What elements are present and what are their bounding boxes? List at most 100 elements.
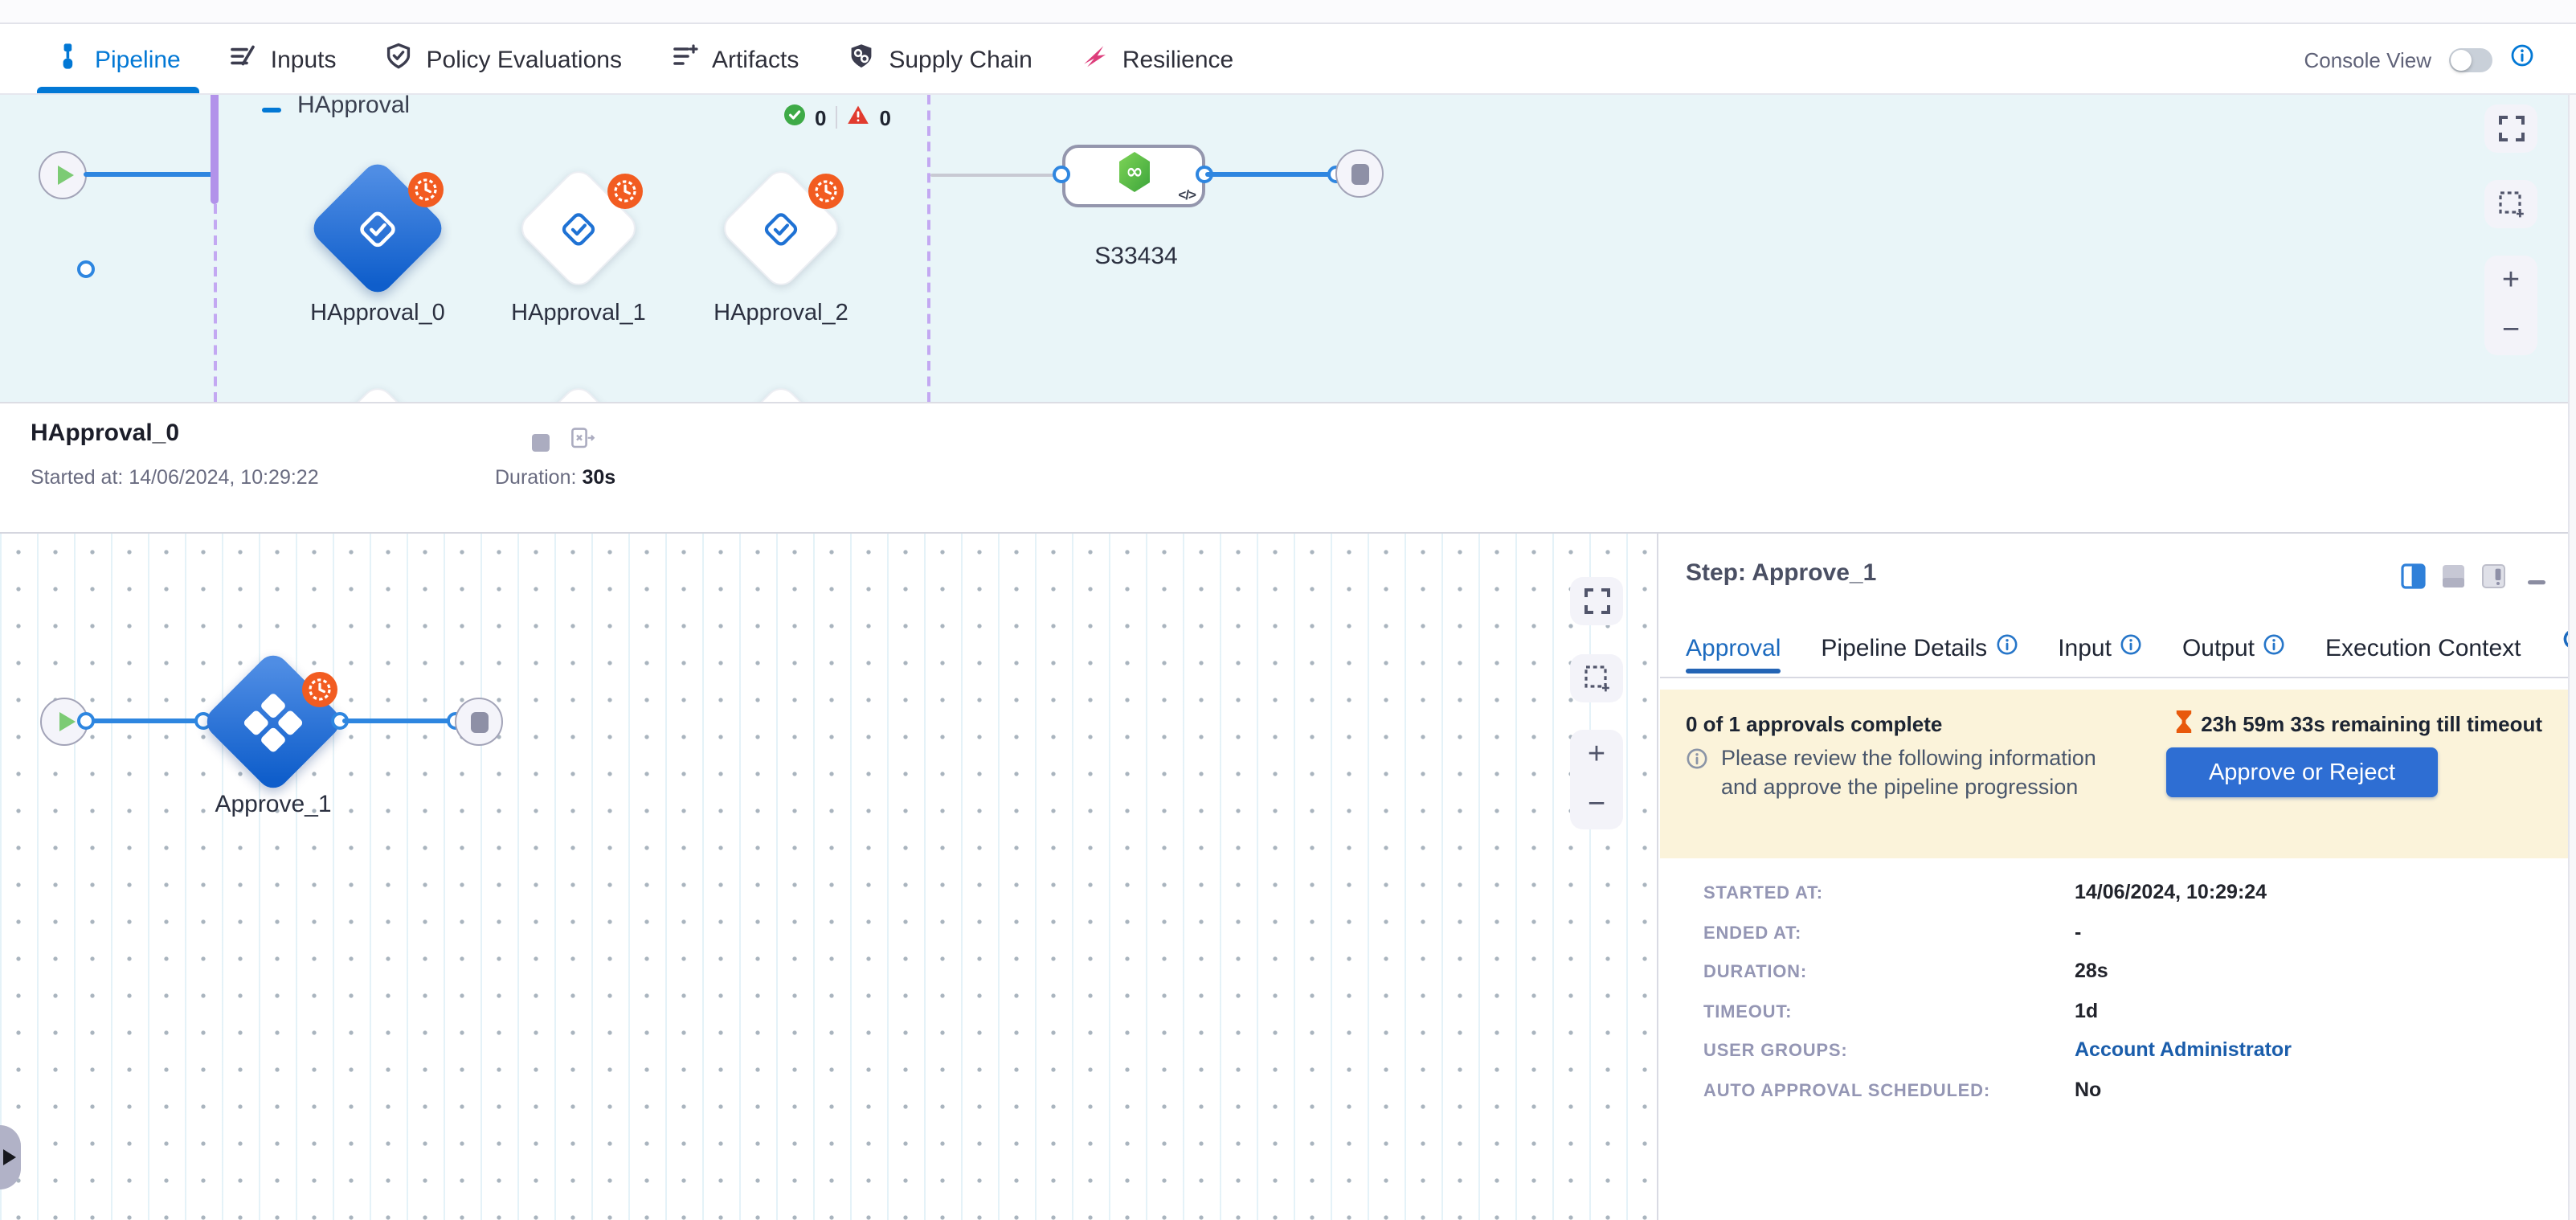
zoom-out-button[interactable]: − — [2484, 305, 2537, 355]
tab-execution-context[interactable]: Execution Context — [2325, 627, 2521, 669]
stop-icon — [1351, 163, 1368, 184]
selection-marquee-button[interactable] — [1570, 654, 1623, 702]
field-row: USER GROUPS:Account Administrator — [1703, 1038, 2552, 1061]
panel-view-controls — [2401, 563, 2547, 598]
play-icon — [59, 712, 75, 731]
tab-pipeline-details[interactable]: Pipeline Details — [1821, 627, 2018, 669]
vertical-scrollbar[interactable] — [2568, 95, 2576, 1220]
timeout-clock-badge — [607, 174, 643, 209]
tab-inputs[interactable]: Inputs — [229, 26, 337, 93]
caret-right-icon — [3, 1149, 16, 1165]
right-view-icon[interactable] — [2481, 563, 2507, 598]
fullscreen-button[interactable] — [1570, 577, 1623, 625]
nav-right-controls: Console View — [2304, 43, 2576, 76]
info-icon[interactable] — [2510, 43, 2534, 76]
refresh-button[interactable]: Re — [2562, 627, 2569, 657]
step-graph-canvas[interactable]: Approve_1 + − — [0, 534, 1658, 1220]
user-group-link[interactable]: Account Administrator — [2075, 1038, 2292, 1061]
pipeline-execution-page: Pipeline Inputs Policy Evaluations Artif… — [0, 0, 2576, 1220]
approval-step-icon — [356, 207, 399, 250]
list-plus-icon — [670, 42, 699, 77]
zoom-controls: + − — [2484, 256, 2537, 355]
svg-text:∞: ∞ — [1125, 160, 1143, 184]
step-node-clipped[interactable] — [314, 382, 441, 402]
console-view-toggle[interactable] — [2449, 47, 2492, 72]
edge-line-gray — [930, 174, 1062, 177]
fullscreen-button[interactable] — [2484, 104, 2537, 153]
tab-input[interactable]: Input — [2058, 627, 2142, 669]
execution-tab-bar: Pipeline Inputs Policy Evaluations Artif… — [0, 26, 2576, 95]
timeout-clock-badge — [408, 172, 444, 207]
tab-pipeline-label: Pipeline — [95, 46, 181, 73]
field-row: ENDED AT:- — [1703, 920, 2552, 943]
zoom-in-button[interactable]: + — [1570, 730, 1623, 780]
field-label: DURATION: — [1703, 963, 2075, 982]
collapse-minus-icon[interactable] — [262, 108, 281, 113]
step-node-label[interactable]: HApproval_2 — [677, 301, 885, 326]
connector-dot — [77, 712, 95, 730]
tab-output[interactable]: Output — [2182, 627, 2285, 669]
step-node-label[interactable]: HApproval_1 — [474, 301, 683, 326]
refresh-icon — [2562, 627, 2569, 657]
step-node-clipped[interactable] — [718, 382, 844, 402]
field-row: STARTED AT:14/06/2024, 10:29:24 — [1703, 881, 2552, 903]
field-value: 28s — [2075, 960, 2108, 982]
zoom-in-button[interactable]: + — [2484, 256, 2537, 305]
step-node-clipped[interactable] — [515, 382, 642, 402]
pipeline-start-node[interactable] — [39, 151, 87, 199]
field-row: DURATION:28s — [1703, 960, 2552, 982]
tab-supply-chain[interactable]: Supply Chain — [847, 26, 1032, 93]
stage-header: HApproval — [262, 101, 410, 119]
pipeline-graph-canvas[interactable]: HApproval 0 0 HApproval_0 HApproval_1 HA… — [0, 95, 2568, 402]
approvals-progress: 0 of 1 approvals complete — [1686, 712, 1942, 736]
minimize-icon[interactable] — [2528, 566, 2547, 595]
inputs-icon — [229, 42, 258, 77]
success-count: 0 — [815, 105, 826, 129]
field-value: 1d — [2075, 999, 2098, 1021]
panel-tabs: Approval Pipeline Details Input Output E… — [1686, 627, 2568, 678]
play-icon — [57, 166, 73, 185]
field-label: AUTO APPROVAL SCHEDULED: — [1703, 1081, 2075, 1100]
split-view-icon[interactable] — [2401, 563, 2427, 598]
approve-or-reject-button[interactable]: Approve or Reject — [2166, 747, 2438, 797]
summary-duration-value: 30s — [582, 466, 615, 489]
tab-policy-evaluations[interactable]: Policy Evaluations — [385, 26, 622, 93]
skip-icon — [570, 426, 596, 458]
edge-line — [1205, 172, 1337, 177]
stage-node-label[interactable]: S33434 — [1032, 243, 1241, 270]
stage-title[interactable]: HApproval — [297, 95, 410, 119]
info-icon — [2120, 633, 2142, 662]
info-icon — [2263, 633, 2285, 662]
stop-icon — [470, 711, 488, 732]
toggle-knob — [2451, 49, 2472, 70]
zoom-out-button[interactable]: − — [1570, 780, 1623, 829]
tabs-divider — [1660, 677, 2568, 678]
pipeline-end-node[interactable] — [1335, 149, 1384, 198]
step-node-label[interactable]: Approve_1 — [169, 791, 378, 818]
harness-hexagon-icon: ∞ — [1116, 151, 1151, 201]
tab-approval[interactable]: Approval — [1686, 627, 1781, 669]
failure-icon — [847, 104, 869, 130]
field-label: STARTED AT: — [1703, 884, 2075, 903]
field-value: 14/06/2024, 10:29:24 — [2075, 881, 2267, 903]
step-node-label[interactable]: HApproval_0 — [273, 301, 482, 326]
bottom-view-icon[interactable] — [2441, 563, 2467, 598]
stage-node-s33434[interactable]: ∞ </> — [1062, 145, 1205, 207]
divider — [836, 106, 837, 129]
stop-state-icon — [532, 433, 550, 451]
expand-panel-handle[interactable] — [0, 1125, 21, 1189]
stage-boundary-dashed-right — [927, 95, 930, 402]
selection-marquee-button[interactable] — [2484, 180, 2537, 228]
step-summary-bar: HApproval_0 Started at: 14/06/2024, 10:2… — [0, 402, 2568, 534]
field-label: USER GROUPS: — [1703, 1042, 2075, 1061]
tab-artifacts[interactable]: Artifacts — [670, 26, 799, 93]
tab-resilience[interactable]: Resilience — [1081, 26, 1233, 93]
graph-end-node[interactable] — [455, 698, 503, 746]
step-details-panel: Step: Approve_1 Approval Pipeline Detail… — [1660, 534, 2568, 1220]
timeout-clock-badge — [808, 174, 844, 209]
step-node-approve-1[interactable] — [200, 649, 346, 794]
summary-duration: Duration: 30s — [495, 466, 615, 489]
panel-title: Step: Approve_1 — [1686, 559, 1876, 587]
step-detail-fields: STARTED AT:14/06/2024, 10:29:24 ENDED AT… — [1703, 881, 2552, 1117]
tab-pipeline[interactable]: Pipeline — [53, 26, 181, 93]
